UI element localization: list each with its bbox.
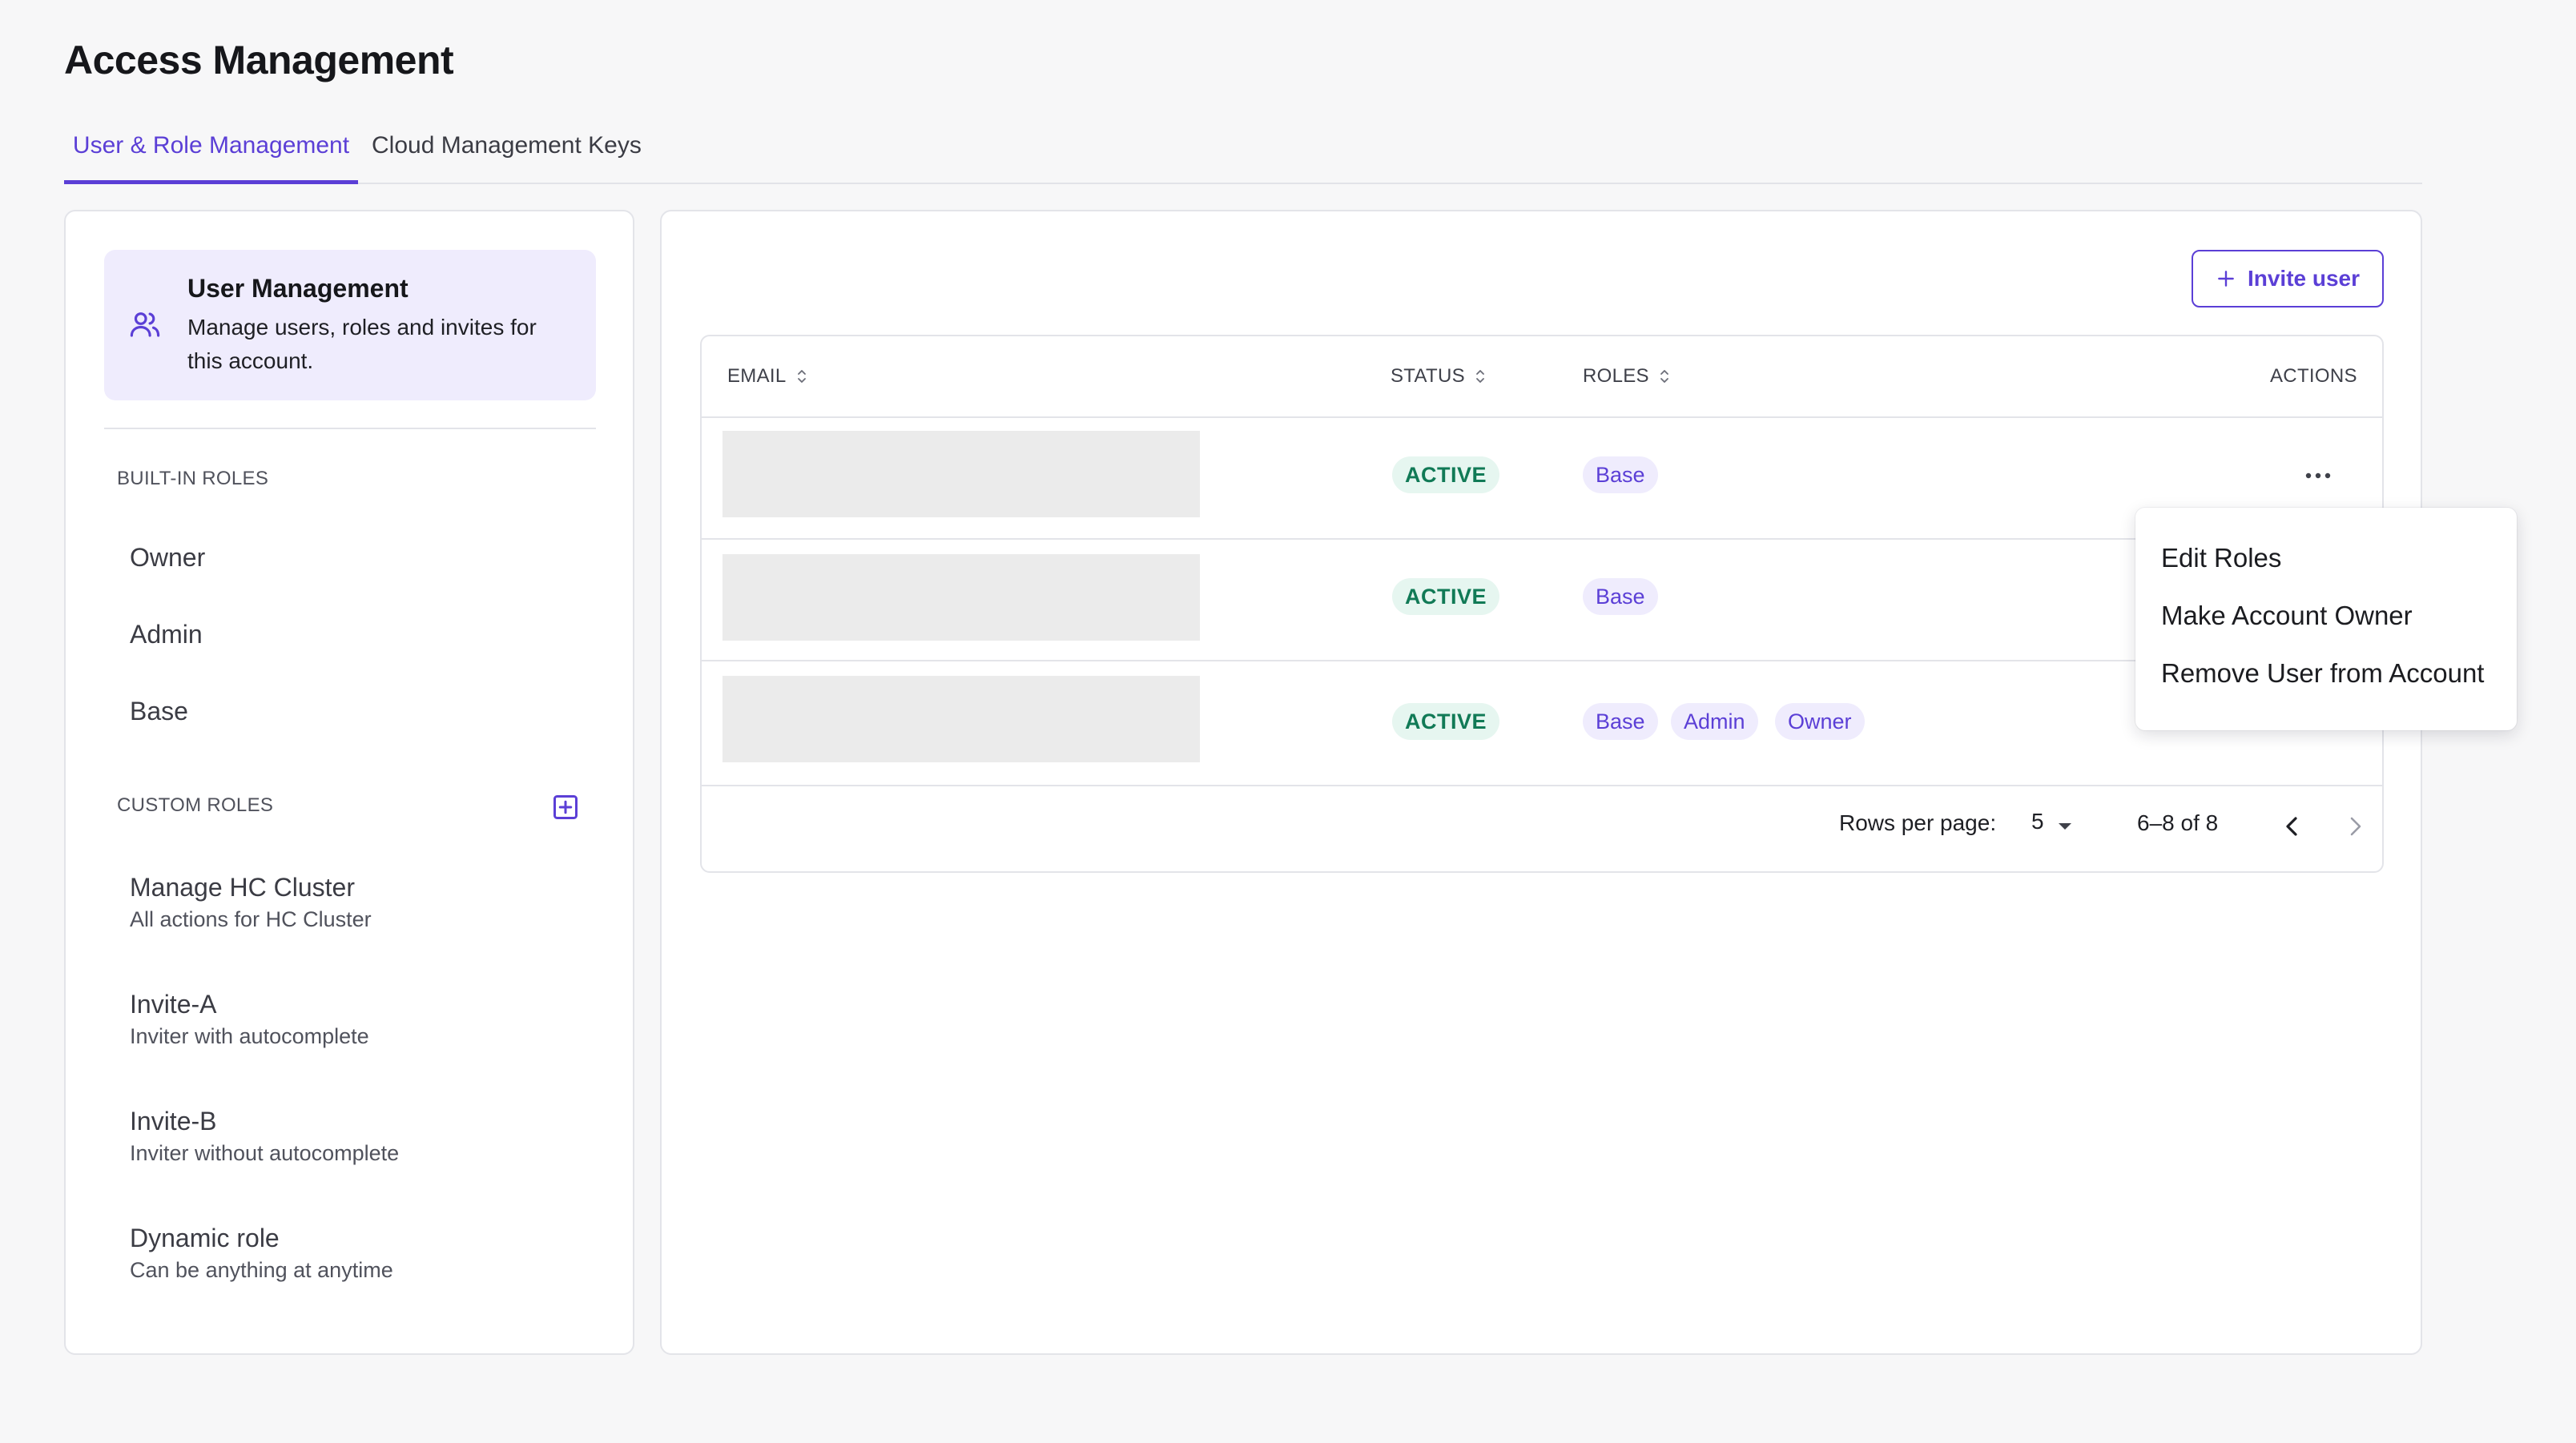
table-divider <box>702 785 2382 786</box>
chevron-left-icon[interactable] <box>2278 810 2307 842</box>
row-actions-menu: Edit Roles Make Account Owner Remove Use… <box>2135 508 2517 730</box>
custom-role-description: Can be anything at anytime <box>130 1258 393 1282</box>
invite-user-label: Invite user <box>2247 266 2361 291</box>
users-panel: Invite user EMAIL STATUS ROLES ACTIONS A… <box>660 210 2422 1355</box>
custom-role-name: Dynamic role <box>130 1224 280 1252</box>
custom-role-name: Manage HC Cluster <box>130 873 355 902</box>
tab-user-role-management[interactable]: User & Role Management <box>64 127 358 184</box>
status-badge: ACTIVE <box>1392 703 1500 740</box>
rows-per-page-value: 5 <box>2031 809 2044 834</box>
column-header-roles[interactable]: ROLES <box>1583 365 1670 388</box>
email-placeholder <box>722 431 1200 517</box>
sort-icon <box>1660 370 1668 383</box>
more-actions-icon[interactable] <box>2302 468 2334 484</box>
add-custom-role-icon[interactable] <box>551 793 580 822</box>
custom-roles-label: CUSTOM ROLES <box>117 794 274 816</box>
sidebar-item-invite-b[interactable]: Invite-B Inviter without autocomplete <box>130 1107 399 1166</box>
menu-item-remove-user[interactable]: Remove User from Account <box>2161 658 2484 689</box>
rows-per-page-select[interactable]: 5 <box>2031 809 2087 844</box>
sidebar-item-admin[interactable]: Admin <box>130 620 203 649</box>
sidebar-item-invite-a[interactable]: Invite-A Inviter with autocomplete <box>130 990 369 1049</box>
custom-role-name: Invite-B <box>130 1107 217 1136</box>
table-divider <box>702 660 2382 661</box>
sidebar-item-manage-hc-cluster[interactable]: Manage HC Cluster All actions for HC Clu… <box>130 873 372 932</box>
pagination-range: 6–8 of 8 <box>2137 810 2219 835</box>
sort-icon <box>1476 370 1484 383</box>
user-management-description: Manage users, roles and invites for this… <box>187 315 537 373</box>
column-header-label: EMAIL <box>727 365 787 387</box>
column-header-label: STATUS <box>1391 365 1465 387</box>
user-management-card[interactable]: User Management Manage users, roles and … <box>104 250 596 400</box>
custom-role-description: Inviter without autocomplete <box>130 1141 400 1165</box>
column-header-status[interactable]: STATUS <box>1391 365 1486 388</box>
access-management-page: Access Management User & Role Management… <box>0 0 2576 1443</box>
column-header-actions: ACTIONS <box>2270 365 2357 388</box>
caret-down-icon <box>2059 823 2071 830</box>
rows-per-page-label: Rows per page: <box>1839 810 1997 835</box>
menu-item-make-account-owner[interactable]: Make Account Owner <box>2161 601 2413 631</box>
role-chip: Base <box>1583 578 1658 615</box>
sort-icon <box>797 370 806 383</box>
invite-user-button[interactable]: Invite user <box>2192 250 2384 307</box>
role-chip: Owner <box>1775 703 1865 740</box>
tab-bar: User & Role Management Cloud Management … <box>64 119 2422 184</box>
email-placeholder <box>722 554 1200 641</box>
users-table: EMAIL STATUS ROLES ACTIONS ACTIVE Base A… <box>700 335 2384 873</box>
custom-role-name: Invite-A <box>130 990 217 1019</box>
role-chip: Admin <box>1671 703 1758 740</box>
column-header-email[interactable]: EMAIL <box>727 365 807 388</box>
user-management-title: User Management <box>187 274 409 303</box>
sidebar-item-dynamic-role[interactable]: Dynamic role Can be anything at anytime <box>130 1224 393 1283</box>
sidebar-item-owner[interactable]: Owner <box>130 543 205 573</box>
column-header-label: ROLES <box>1583 365 1649 387</box>
built-in-roles-label: BUILT-IN ROLES <box>117 468 269 489</box>
chevron-right-icon[interactable] <box>2341 810 2369 842</box>
roles-sidebar: User Management Manage users, roles and … <box>64 210 634 1355</box>
custom-role-description: Inviter with autocomplete <box>130 1024 369 1048</box>
email-placeholder <box>722 676 1200 762</box>
tab-cloud-management-keys[interactable]: Cloud Management Keys <box>372 127 642 184</box>
sidebar-item-base[interactable]: Base <box>130 697 188 726</box>
plus-icon <box>2218 271 2234 287</box>
users-icon <box>130 312 160 337</box>
custom-role-description: All actions for HC Cluster <box>130 907 372 931</box>
role-chip: Base <box>1583 456 1658 493</box>
role-chip: Base <box>1583 703 1658 740</box>
page-title: Access Management <box>64 38 454 82</box>
status-badge: ACTIVE <box>1392 456 1500 493</box>
column-header-label: ACTIONS <box>2270 365 2357 387</box>
sidebar-divider <box>104 428 596 429</box>
status-badge: ACTIVE <box>1392 578 1500 615</box>
menu-item-edit-roles[interactable]: Edit Roles <box>2161 543 2281 573</box>
table-divider <box>702 538 2382 540</box>
table-divider <box>702 416 2382 418</box>
